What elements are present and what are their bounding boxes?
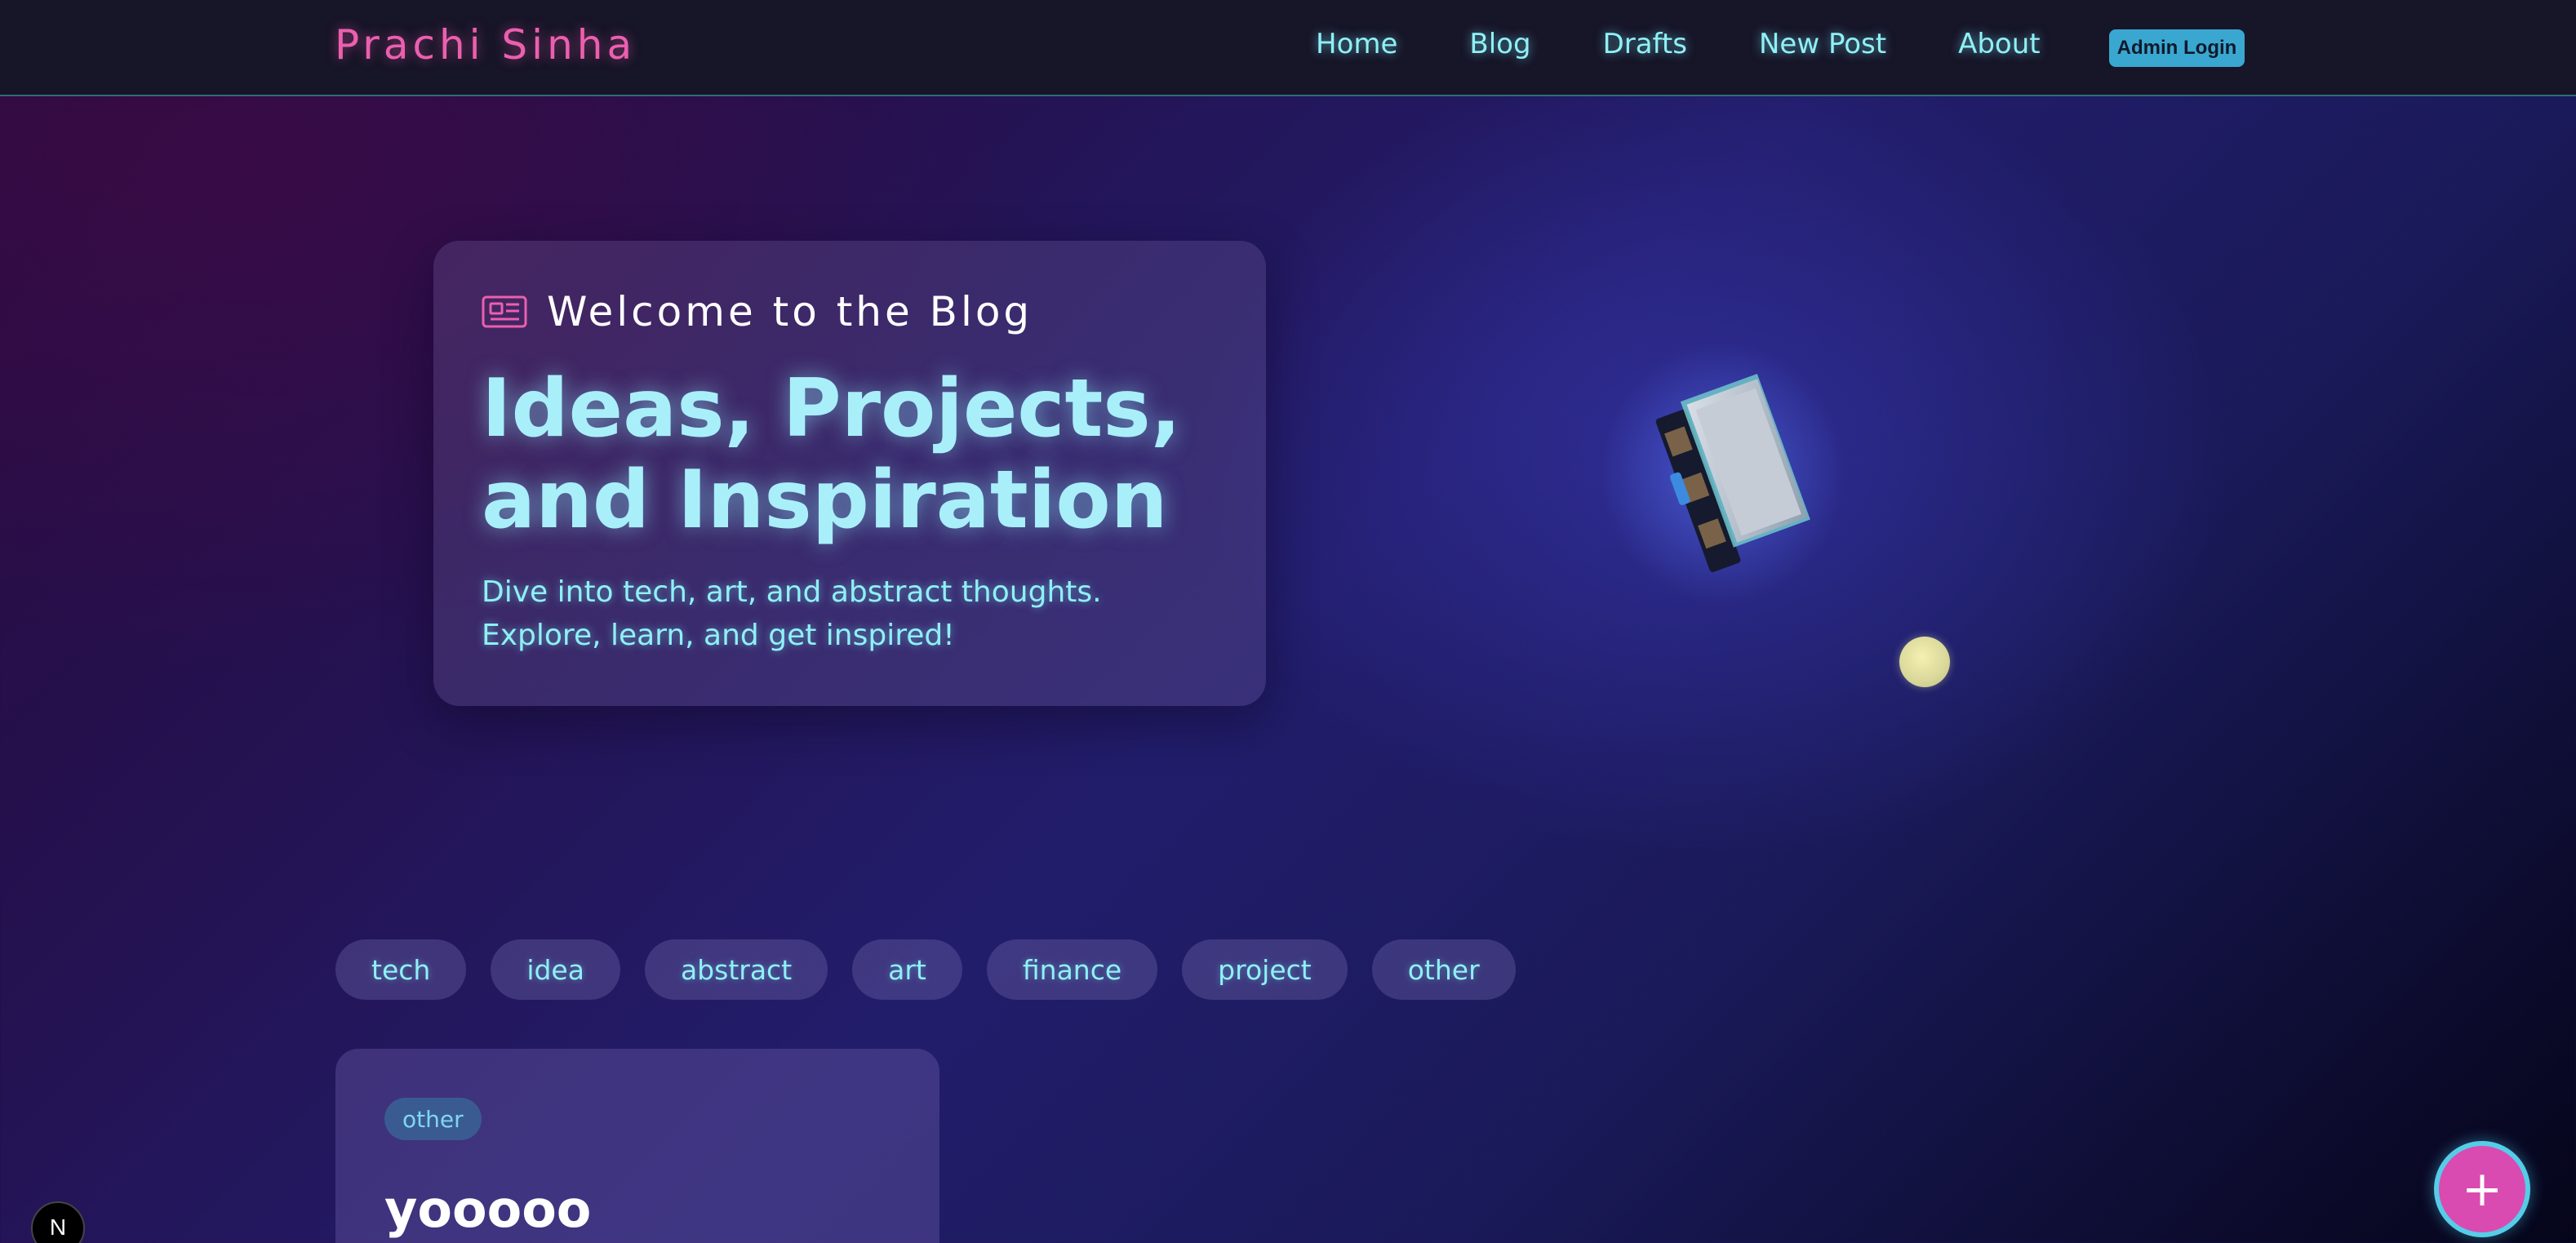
tag-project[interactable]: project [1182,939,1348,1000]
hero-card: Welcome to the Blog Ideas, Projects, and… [433,241,1266,706]
post-card[interactable]: other yooooo [335,1049,939,1243]
add-post-fab-button[interactable]: + [2434,1141,2530,1237]
tag-tech[interactable]: tech [335,939,467,1000]
hero-eyebrow: Welcome to the Blog [482,288,1033,335]
nav-links: Home Blog Drafts New Post About [1316,28,2112,60]
nav-drafts-link[interactable]: Drafts [1603,28,1687,60]
hero-eyebrow-text: Welcome to the Blog [547,288,1033,335]
post-title[interactable]: yooooo [384,1179,591,1239]
nextjs-dev-indicator[interactable]: N [31,1201,85,1243]
admin-login-button[interactable]: Admin Login [2109,29,2245,67]
tag-art[interactable]: art [852,939,962,1000]
tag-abstract[interactable]: abstract [644,939,828,1000]
post-category-badge: other [384,1098,482,1140]
book-3d-illustration [1600,343,1845,604]
floating-orb [1899,637,1950,687]
tag-other[interactable]: other [1371,939,1516,1000]
hero-subtitle: Dive into tech, art, and abstract though… [482,575,1102,652]
nav-home-link[interactable]: Home [1316,28,1397,60]
tag-finance[interactable]: finance [986,939,1158,1000]
tag-idea[interactable]: idea [491,939,620,1000]
site-brand[interactable]: Prachi Sinha [335,21,636,69]
hero-title: Ideas, Projects, and Inspiration [482,362,1181,547]
nav-blog-link[interactable]: Blog [1469,28,1530,60]
nav-new-post-link[interactable]: New Post [1759,28,1886,60]
navbar: Prachi Sinha Home Blog Drafts New Post A… [0,0,2576,96]
category-tags: tech idea abstract art finance project o… [335,939,1540,1000]
newspaper-icon [482,295,527,328]
nav-about-link[interactable]: About [1958,28,2041,60]
